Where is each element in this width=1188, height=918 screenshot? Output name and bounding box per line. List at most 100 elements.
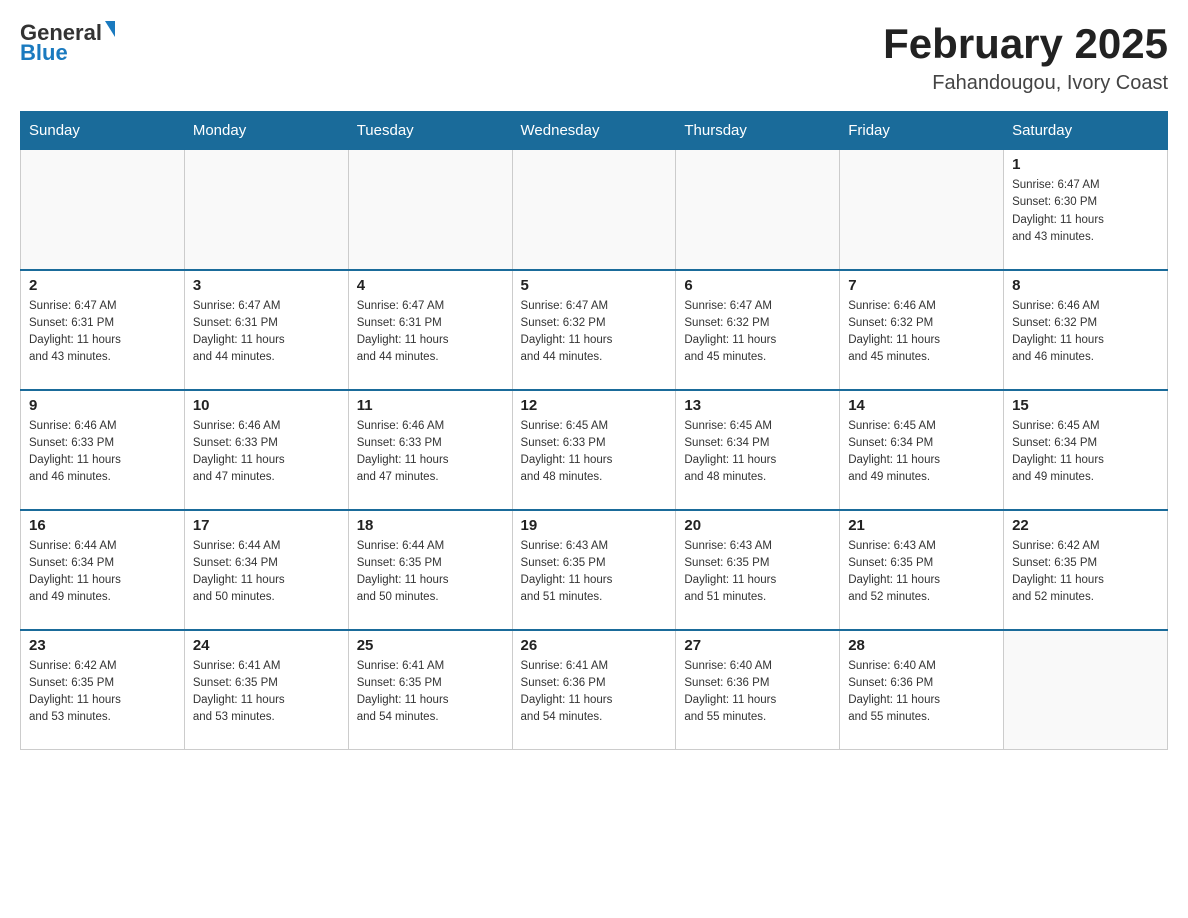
calendar-day-cell: 25 Sunrise: 6:41 AM Sunset: 6:35 PM Dayli…	[348, 630, 512, 750]
calendar-day-cell: 6 Sunrise: 6:47 AM Sunset: 6:32 PM Daylig…	[676, 270, 840, 390]
month-year-title: February 2025	[883, 20, 1168, 68]
calendar-day-cell	[676, 150, 840, 270]
day-info: Sunrise: 6:44 AM Sunset: 6:34 PM Dayligh…	[193, 538, 340, 607]
calendar-day-cell	[1004, 630, 1168, 750]
calendar-week-row: 9 Sunrise: 6:46 AM Sunset: 6:33 PM Daylig…	[21, 390, 1168, 510]
day-number: 10	[193, 397, 340, 414]
day-number: 17	[193, 517, 340, 534]
day-info: Sunrise: 6:42 AM Sunset: 6:35 PM Dayligh…	[29, 658, 176, 727]
day-info: Sunrise: 6:45 AM Sunset: 6:34 PM Dayligh…	[1012, 418, 1159, 487]
calendar-day-cell: 24Sunrise: 6:41 AM Sunset: 6:35 PM Dayli…	[184, 630, 348, 750]
day-info: Sunrise: 6:46 AM Sunset: 6:33 PM Dayligh…	[357, 418, 504, 487]
calendar-day-cell: 26 Sunrise: 6:41 AM Sunset: 6:36 PM Dayli…	[512, 630, 676, 750]
day-number: 20	[684, 517, 831, 534]
calendar-day-cell: 10 Sunrise: 6:46 AM Sunset: 6:33 PM Dayli…	[184, 390, 348, 510]
calendar-day-cell: 27 Sunrise: 6:40 AM Sunset: 6:36 PM Dayli…	[676, 630, 840, 750]
day-info: Sunrise: 6:47 AM Sunset: 6:30 PM Dayligh…	[1012, 177, 1159, 246]
weekday-header-monday: Monday	[184, 112, 348, 150]
calendar-week-row: 23Sunrise: 6:42 AM Sunset: 6:35 PM Dayli…	[21, 630, 1168, 750]
day-number: 8	[1012, 277, 1159, 294]
calendar-day-cell	[348, 150, 512, 270]
calendar-week-row: 16 Sunrise: 6:44 AM Sunset: 6:34 PM Dayli…	[21, 510, 1168, 630]
day-info: Sunrise: 6:47 AM Sunset: 6:31 PM Dayligh…	[29, 298, 176, 367]
day-number: 15	[1012, 397, 1159, 414]
day-info: Sunrise: 6:44 AM Sunset: 6:35 PM Dayligh…	[357, 538, 504, 607]
day-number: 9	[29, 397, 176, 414]
logo-blue-text: Blue	[20, 40, 68, 66]
page-header: General Blue February 2025 Fahandougou, …	[20, 20, 1168, 95]
day-info: Sunrise: 6:47 AM Sunset: 6:32 PM Dayligh…	[684, 298, 831, 367]
calendar-day-cell: 18 Sunrise: 6:44 AM Sunset: 6:35 PM Dayli…	[348, 510, 512, 630]
logo: General Blue	[20, 20, 115, 66]
calendar-day-cell: 8Sunrise: 6:46 AM Sunset: 6:32 PM Daylig…	[1004, 270, 1168, 390]
day-info: Sunrise: 6:41 AM Sunset: 6:35 PM Dayligh…	[357, 658, 504, 727]
title-section: February 2025 Fahandougou, Ivory Coast	[883, 20, 1168, 95]
day-info: Sunrise: 6:45 AM Sunset: 6:34 PM Dayligh…	[684, 418, 831, 487]
day-info: Sunrise: 6:44 AM Sunset: 6:34 PM Dayligh…	[29, 538, 176, 607]
calendar-day-cell: 17 Sunrise: 6:44 AM Sunset: 6:34 PM Dayli…	[184, 510, 348, 630]
weekday-header-wednesday: Wednesday	[512, 112, 676, 150]
calendar-day-cell: 23Sunrise: 6:42 AM Sunset: 6:35 PM Dayli…	[21, 630, 185, 750]
day-number: 1	[1012, 156, 1159, 173]
day-info: Sunrise: 6:40 AM Sunset: 6:36 PM Dayligh…	[848, 658, 995, 727]
calendar-day-cell: 2Sunrise: 6:47 AM Sunset: 6:31 PM Daylig…	[21, 270, 185, 390]
calendar-day-cell	[21, 150, 185, 270]
weekday-header-saturday: Saturday	[1004, 112, 1168, 150]
day-number: 5	[521, 277, 668, 294]
day-info: Sunrise: 6:47 AM Sunset: 6:31 PM Dayligh…	[357, 298, 504, 367]
day-info: Sunrise: 6:43 AM Sunset: 6:35 PM Dayligh…	[848, 538, 995, 607]
day-number: 7	[848, 277, 995, 294]
calendar-day-cell: 19 Sunrise: 6:43 AM Sunset: 6:35 PM Dayli…	[512, 510, 676, 630]
calendar-day-cell: 21 Sunrise: 6:43 AM Sunset: 6:35 PM Dayli…	[840, 510, 1004, 630]
day-info: Sunrise: 6:46 AM Sunset: 6:33 PM Dayligh…	[193, 418, 340, 487]
day-number: 13	[684, 397, 831, 414]
calendar-day-cell: 9 Sunrise: 6:46 AM Sunset: 6:33 PM Daylig…	[21, 390, 185, 510]
weekday-header-tuesday: Tuesday	[348, 112, 512, 150]
day-number: 16	[29, 517, 176, 534]
calendar-day-cell: 1 Sunrise: 6:47 AM Sunset: 6:30 PM Daylig…	[1004, 150, 1168, 270]
day-number: 11	[357, 397, 504, 414]
day-number: 25	[357, 637, 504, 654]
day-info: Sunrise: 6:46 AM Sunset: 6:33 PM Dayligh…	[29, 418, 176, 487]
day-info: Sunrise: 6:43 AM Sunset: 6:35 PM Dayligh…	[521, 538, 668, 607]
day-number: 19	[521, 517, 668, 534]
day-number: 18	[357, 517, 504, 534]
day-number: 4	[357, 277, 504, 294]
day-info: Sunrise: 6:47 AM Sunset: 6:31 PM Dayligh…	[193, 298, 340, 367]
calendar-day-cell: 14 Sunrise: 6:45 AM Sunset: 6:34 PM Dayli…	[840, 390, 1004, 510]
day-number: 22	[1012, 517, 1159, 534]
day-number: 26	[521, 637, 668, 654]
day-number: 12	[521, 397, 668, 414]
day-info: Sunrise: 6:45 AM Sunset: 6:33 PM Dayligh…	[521, 418, 668, 487]
calendar-day-cell: 5 Sunrise: 6:47 AM Sunset: 6:32 PM Daylig…	[512, 270, 676, 390]
calendar-day-cell	[840, 150, 1004, 270]
calendar-day-cell: 12 Sunrise: 6:45 AM Sunset: 6:33 PM Dayli…	[512, 390, 676, 510]
weekday-header-friday: Friday	[840, 112, 1004, 150]
day-number: 24	[193, 637, 340, 654]
day-number: 6	[684, 277, 831, 294]
calendar-table: SundayMondayTuesdayWednesdayThursdayFrid…	[20, 111, 1168, 750]
calendar-day-cell	[512, 150, 676, 270]
calendar-week-row: 2Sunrise: 6:47 AM Sunset: 6:31 PM Daylig…	[21, 270, 1168, 390]
calendar-week-row: 1 Sunrise: 6:47 AM Sunset: 6:30 PM Daylig…	[21, 150, 1168, 270]
day-number: 3	[193, 277, 340, 294]
weekday-header-sunday: Sunday	[21, 112, 185, 150]
day-info: Sunrise: 6:41 AM Sunset: 6:36 PM Dayligh…	[521, 658, 668, 727]
calendar-day-cell: 22 Sunrise: 6:42 AM Sunset: 6:35 PM Dayli…	[1004, 510, 1168, 630]
day-info: Sunrise: 6:40 AM Sunset: 6:36 PM Dayligh…	[684, 658, 831, 727]
day-info: Sunrise: 6:42 AM Sunset: 6:35 PM Dayligh…	[1012, 538, 1159, 607]
calendar-day-cell: 13 Sunrise: 6:45 AM Sunset: 6:34 PM Dayli…	[676, 390, 840, 510]
calendar-day-cell: 16 Sunrise: 6:44 AM Sunset: 6:34 PM Dayli…	[21, 510, 185, 630]
day-number: 14	[848, 397, 995, 414]
day-info: Sunrise: 6:45 AM Sunset: 6:34 PM Dayligh…	[848, 418, 995, 487]
day-info: Sunrise: 6:43 AM Sunset: 6:35 PM Dayligh…	[684, 538, 831, 607]
calendar-day-cell	[184, 150, 348, 270]
calendar-day-cell: 7 Sunrise: 6:46 AM Sunset: 6:32 PM Daylig…	[840, 270, 1004, 390]
day-info: Sunrise: 6:46 AM Sunset: 6:32 PM Dayligh…	[848, 298, 995, 367]
day-number: 21	[848, 517, 995, 534]
weekday-header-row: SundayMondayTuesdayWednesdayThursdayFrid…	[21, 112, 1168, 150]
day-number: 28	[848, 637, 995, 654]
day-number: 27	[684, 637, 831, 654]
calendar-day-cell: 4 Sunrise: 6:47 AM Sunset: 6:31 PM Daylig…	[348, 270, 512, 390]
day-info: Sunrise: 6:47 AM Sunset: 6:32 PM Dayligh…	[521, 298, 668, 367]
